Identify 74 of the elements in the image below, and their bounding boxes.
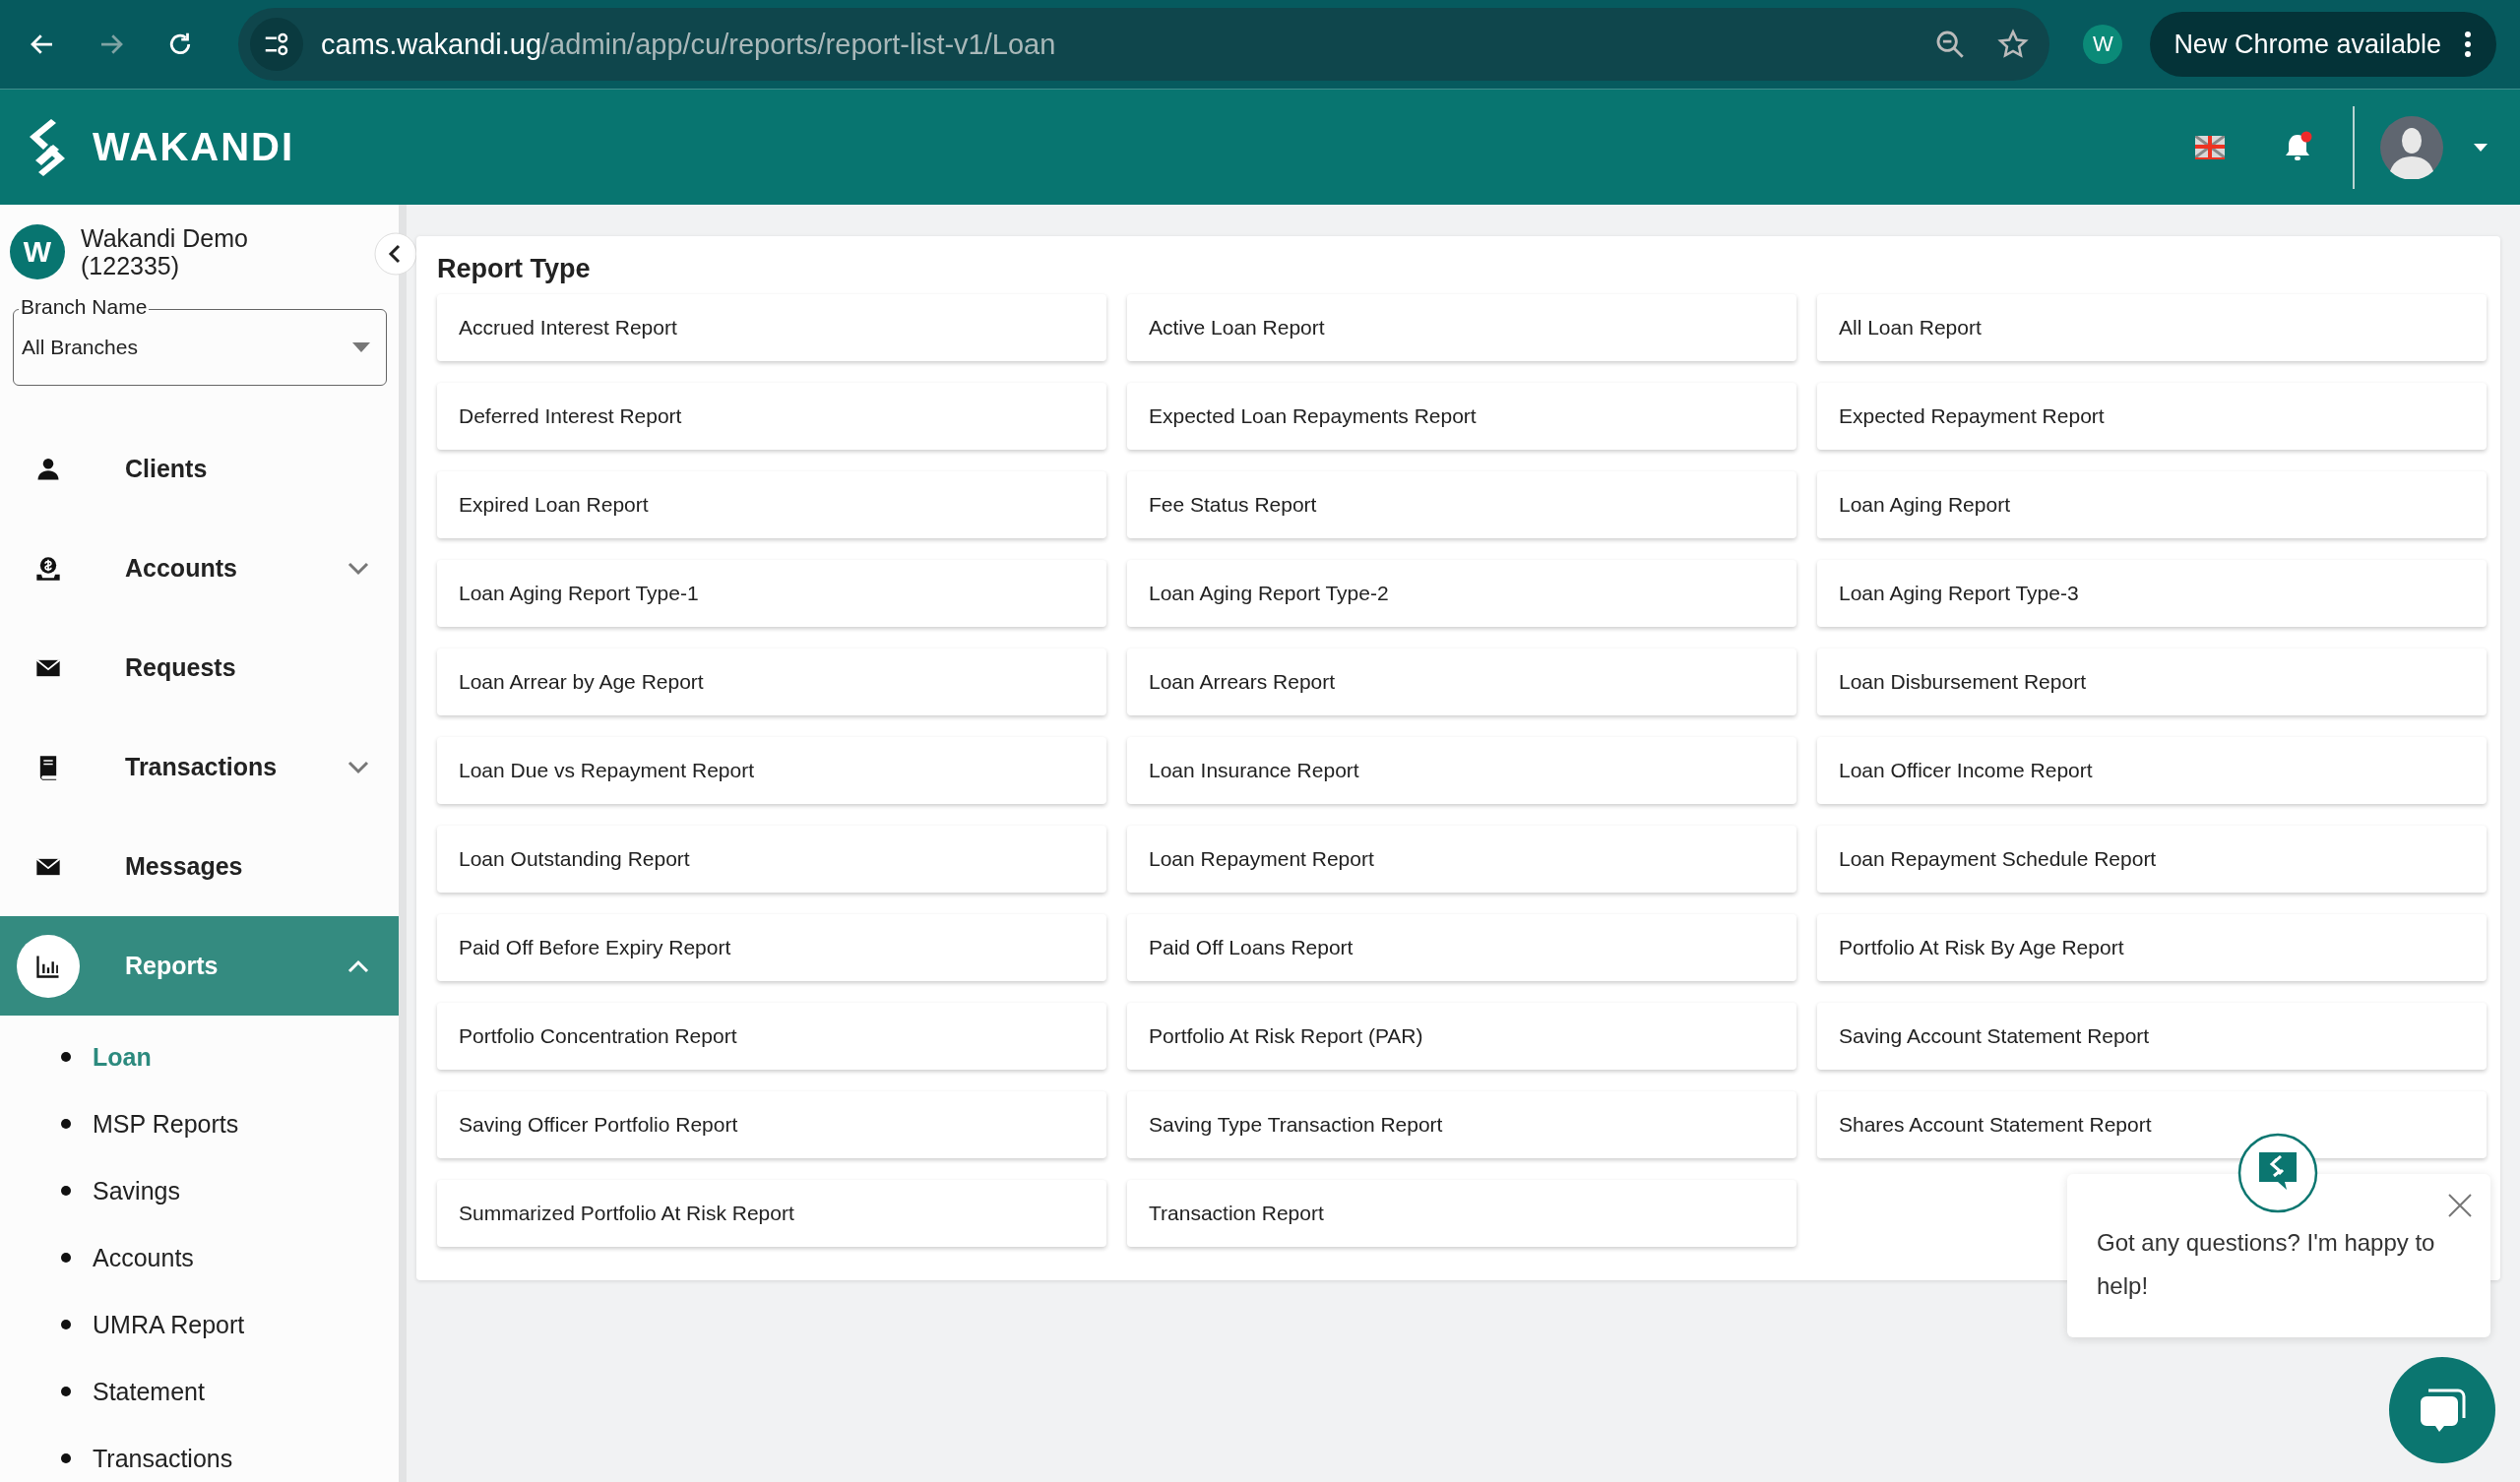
- money-bag-icon: [34, 554, 62, 583]
- report-card[interactable]: Accrued Interest Report: [437, 294, 1106, 361]
- submenu-item[interactable]: Accounts: [93, 1243, 194, 1272]
- report-card[interactable]: Loan Repayment Report: [1127, 826, 1796, 893]
- collapse-icon[interactable]: [374, 232, 417, 276]
- report-card[interactable]: Saving Account Statement Report: [1817, 1003, 2487, 1070]
- report-card[interactable]: Summarized Portfolio At Risk Report: [437, 1180, 1106, 1247]
- caret-icon[interactable]: [2473, 142, 2488, 153]
- report-card[interactable]: Deferred Interest Report: [437, 383, 1106, 450]
- report-card[interactable]: Paid Off Before Expiry Report: [437, 914, 1106, 981]
- report-card[interactable]: Loan Aging Report: [1817, 471, 2487, 538]
- dropdown-icon: [352, 342, 370, 352]
- more-icon[interactable]: [2463, 30, 2473, 59]
- user-avatar-icon[interactable]: [2380, 115, 2443, 179]
- chevron-icon[interactable]: [347, 561, 369, 576]
- report-card[interactable]: Loan Aging Report Type-3: [1817, 560, 2487, 627]
- sidebar-item[interactable]: Messages: [0, 817, 399, 916]
- profile-avatar[interactable]: W: [2083, 25, 2123, 64]
- report-card[interactable]: Loan Due vs Repayment Report: [437, 737, 1106, 804]
- report-card[interactable]: Loan Arrear by Age Report: [437, 648, 1106, 715]
- bullet-icon: [61, 1119, 71, 1129]
- bullet-icon: [61, 1052, 71, 1062]
- report-card[interactable]: Loan Repayment Schedule Report: [1817, 826, 2487, 893]
- report-card[interactable]: Portfolio At Risk Report (PAR): [1127, 1003, 1796, 1070]
- report-card[interactable]: Saving Type Transaction Report: [1127, 1091, 1796, 1158]
- submenu-item[interactable]: Loan: [93, 1042, 152, 1072]
- report-card[interactable]: Portfolio At Risk By Age Report: [1817, 914, 2487, 981]
- report-card[interactable]: All Loan Report: [1817, 294, 2487, 361]
- report-card[interactable]: Loan Aging Report Type-2: [1127, 560, 1796, 627]
- bullet-icon: [61, 1387, 71, 1396]
- organization-avatar: W: [10, 224, 65, 279]
- submenu-item[interactable]: UMRA Report: [93, 1310, 245, 1339]
- report-card[interactable]: Loan Insurance Report: [1127, 737, 1796, 804]
- sidebar-item[interactable]: Transactions: [0, 717, 399, 817]
- report-card[interactable]: Expired Loan Report: [437, 471, 1106, 538]
- report-card[interactable]: Portfolio Concentration Report: [437, 1003, 1106, 1070]
- chat-launcher-icon[interactable]: [2389, 1357, 2495, 1463]
- report-card[interactable]: Loan Disbursement Report: [1817, 648, 2487, 715]
- sidebar-item[interactable]: Reports: [0, 916, 399, 1016]
- submenu-item[interactable]: MSP Reports: [93, 1109, 239, 1139]
- report-card[interactable]: Expected Loan Repayments Report: [1127, 383, 1796, 450]
- close-icon[interactable]: [2447, 1193, 2473, 1218]
- url-text: cams.wakandi.ug/admin/app/cu/reports/report-list-v1/Loan: [321, 28, 1056, 61]
- report-card[interactable]: Fee Status Report: [1127, 471, 1796, 538]
- address-bar[interactable]: cams.wakandi.ug/admin/app/cu/reports/report-list-v1/Loan: [238, 8, 2050, 81]
- update-button[interactable]: New Chrome available: [2150, 12, 2496, 77]
- report-card[interactable]: Paid Off Loans Report: [1127, 914, 1796, 981]
- report-card[interactable]: Loan Aging Report Type-1: [437, 560, 1106, 627]
- report-card[interactable]: Loan Officer Income Report: [1817, 737, 2487, 804]
- submenu-item[interactable]: Savings: [93, 1176, 180, 1205]
- bullet-icon: [61, 1186, 71, 1196]
- report-card[interactable]: Loan Arrears Report: [1127, 648, 1796, 715]
- report-card[interactable]: Transaction Report: [1127, 1180, 1796, 1247]
- submenu-item[interactable]: Transactions: [93, 1444, 233, 1473]
- bullet-icon: [61, 1253, 71, 1263]
- star-icon[interactable]: [1996, 28, 2031, 61]
- sidebar-item[interactable]: Clients: [0, 419, 399, 519]
- bullet-icon: [61, 1320, 71, 1329]
- chevron-icon[interactable]: [347, 760, 369, 774]
- submenu-item[interactable]: Statement: [93, 1377, 205, 1406]
- report-card[interactable]: Active Loan Report: [1127, 294, 1796, 361]
- chat-message: Got any questions? I'm happy to help!: [2097, 1228, 2436, 1301]
- organization-id: (122335): [81, 252, 181, 279]
- report-card[interactable]: Saving Officer Portfolio Report: [437, 1091, 1106, 1158]
- report-card[interactable]: Expected Repayment Report: [1817, 383, 2487, 450]
- report-card[interactable]: Shares Account Statement Report: [1817, 1091, 2487, 1158]
- flag-icon[interactable]: [2195, 135, 2225, 159]
- report-card[interactable]: Loan Outstanding Report: [437, 826, 1106, 893]
- sidebar-item[interactable]: Accounts: [0, 519, 399, 618]
- organization-name: Wakandi Demo: [81, 224, 248, 252]
- sidebar-item[interactable]: Requests: [0, 618, 399, 717]
- bullet-icon: [61, 1453, 71, 1463]
- section-title: Report Type: [437, 254, 592, 284]
- brand-name: WAKANDI: [93, 125, 295, 169]
